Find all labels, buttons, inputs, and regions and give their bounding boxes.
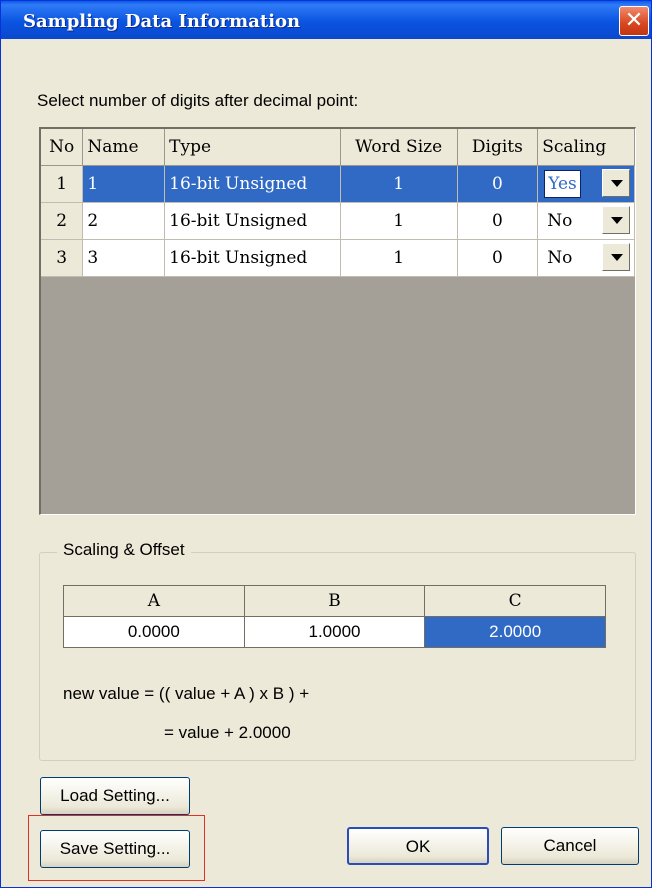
close-button[interactable]: ✕ [619, 6, 649, 36]
close-icon: ✕ [624, 8, 644, 33]
cell-name[interactable]: 1 [82, 165, 166, 203]
chevron-down-icon[interactable] [602, 242, 630, 271]
chevron-down-icon[interactable] [602, 205, 630, 234]
param-c-field[interactable]: 2.0000 [424, 616, 606, 648]
header-no[interactable]: No [41, 129, 84, 166]
cell-word-size[interactable]: 1 [340, 165, 458, 203]
cell-digits[interactable]: 0 [457, 239, 539, 277]
sampling-data-grid[interactable]: No Name Type Word Size Digits Scaling 1 … [39, 127, 636, 515]
scaling-offset-group [39, 552, 636, 761]
chevron-down-icon[interactable] [602, 168, 630, 197]
table-row[interactable]: 1 1 16-bit Unsigned 1 0 Yes [41, 165, 635, 203]
row-number: 1 [41, 165, 84, 203]
scaling-offset-label: Scaling & Offset [57, 540, 191, 560]
param-b-header: B [243, 585, 426, 617]
cell-scaling[interactable]: No [537, 202, 635, 240]
cancel-button[interactable]: Cancel [501, 827, 639, 865]
cell-scaling[interactable]: Yes [537, 165, 635, 203]
formula-text: new value = (( value + A ) x B ) + [63, 684, 310, 703]
header-name[interactable]: Name [82, 129, 166, 166]
header-scaling[interactable]: Scaling [537, 129, 635, 166]
header-digits[interactable]: Digits [457, 129, 539, 166]
param-a-field[interactable]: 0.0000 [63, 616, 245, 648]
cell-scaling[interactable]: No [537, 239, 635, 277]
header-type[interactable]: Type [164, 129, 341, 166]
ok-button[interactable]: OK [347, 827, 489, 865]
load-setting-button[interactable]: Load Setting... [40, 777, 190, 815]
scaling-select-value[interactable]: No [544, 208, 575, 234]
cell-word-size[interactable]: 1 [340, 202, 458, 240]
instruction-label: Select number of digits after decimal po… [37, 91, 359, 110]
param-c-header: C [424, 585, 606, 617]
save-setting-button[interactable]: Save Setting... [40, 830, 190, 868]
row-number: 2 [41, 202, 84, 240]
table-row[interactable]: 3 3 16-bit Unsigned 1 0 No [41, 239, 635, 277]
cell-name[interactable]: 2 [82, 202, 166, 240]
sampling-data-dialog: Sampling Data Information ✕ Select numbe… [0, 0, 652, 888]
scaling-select-value[interactable]: No [544, 245, 575, 271]
param-a-header: A [63, 585, 245, 617]
formula-result: = value + 2.0000 [164, 723, 291, 742]
header-word-size[interactable]: Word Size [340, 129, 458, 166]
row-number: 3 [41, 239, 84, 277]
window-title: Sampling Data Information [23, 11, 301, 32]
param-b-field[interactable]: 1.0000 [243, 616, 426, 648]
scaling-select-value[interactable]: Yes [544, 169, 581, 198]
cell-name[interactable]: 3 [82, 239, 166, 277]
cell-type[interactable]: 16-bit Unsigned [164, 202, 341, 240]
cell-word-size[interactable]: 1 [340, 239, 458, 277]
cell-type[interactable]: 16-bit Unsigned [164, 165, 341, 203]
table-row[interactable]: 2 2 16-bit Unsigned 1 0 No [41, 202, 635, 240]
cell-digits[interactable]: 0 [457, 202, 539, 240]
cell-type[interactable]: 16-bit Unsigned [164, 239, 341, 277]
cell-digits[interactable]: 0 [457, 165, 539, 203]
grid-header-row: No Name Type Word Size Digits Scaling [41, 129, 635, 166]
scaling-parameters-table[interactable]: A B C 0.0000 1.0000 2.0000 [63, 585, 606, 648]
title-bar[interactable]: Sampling Data Information ✕ [1, 1, 651, 39]
